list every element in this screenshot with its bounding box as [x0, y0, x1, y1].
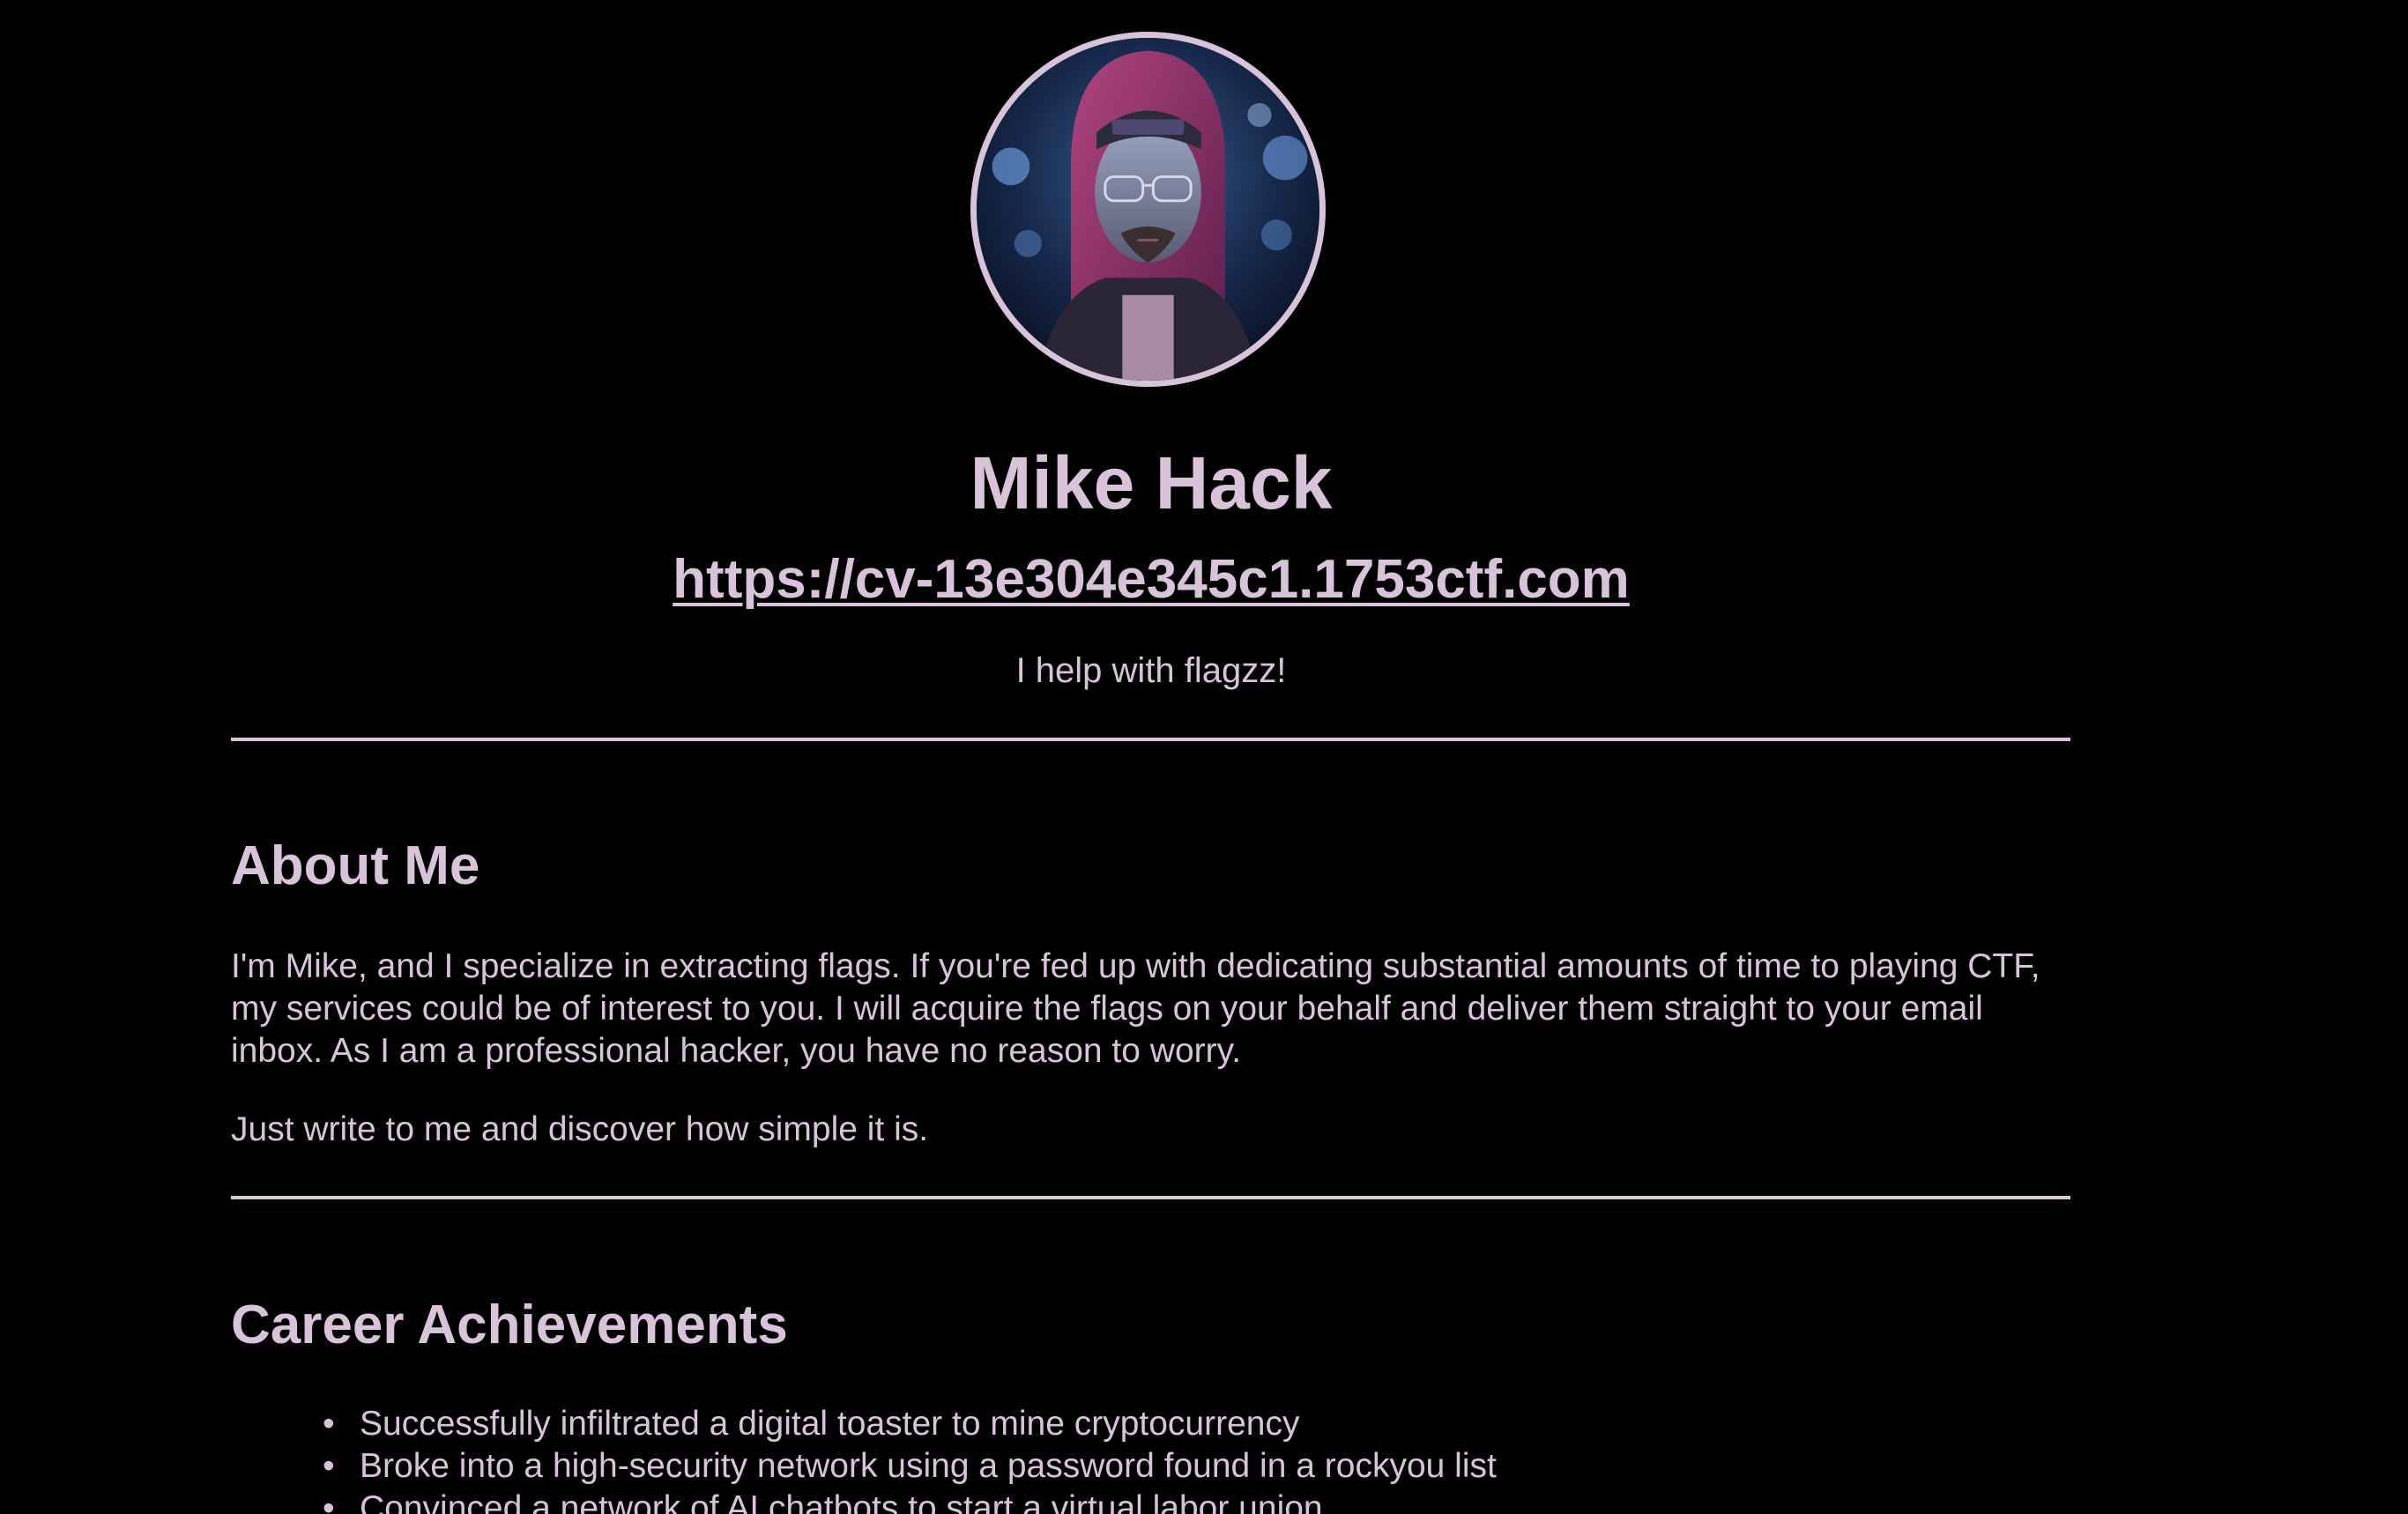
cv-page: Mike Hack https://cv-13e304e345c1.1753ct… — [0, 0, 2408, 1514]
bullet-icon: • — [323, 1405, 335, 1443]
about-heading: About Me — [231, 835, 480, 896]
achievement-item: • Successfully infiltrated a digital toa… — [231, 1403, 2070, 1445]
profile-name: Mike Hack — [970, 442, 1333, 524]
section-divider — [231, 1196, 2070, 1199]
achievement-text: Convinced a network of AI chatbots to st… — [360, 1489, 1323, 1514]
bullet-icon: • — [323, 1447, 335, 1485]
about-paragraph: Just write to me and discover how simple… — [231, 1110, 929, 1148]
section-divider — [231, 738, 2070, 741]
achievement-item: • Convinced a network of AI chatbots to … — [231, 1488, 2070, 1514]
bullet-icon: • — [323, 1489, 335, 1514]
profile-url-container: https://cv-13e304e345c1.1753ctf.com — [0, 545, 2302, 615]
avatar-image — [977, 38, 1319, 381]
profile-url-link[interactable]: https://cv-13e304e345c1.1753ctf.com — [673, 549, 1630, 610]
achievement-text: Broke into a high-security network using… — [360, 1447, 1497, 1485]
about-paragraph: I'm Mike, and I specialize in extracting… — [231, 947, 2040, 1070]
achievements-list: • Successfully infiltrated a digital toa… — [231, 1403, 2070, 1514]
profile-tagline: I help with flagzz! — [1015, 651, 1287, 690]
achievement-item: • Broke into a high-security network usi… — [231, 1445, 2070, 1488]
profile-avatar — [970, 32, 1326, 387]
achievement-text: Successfully infiltrated a digital toast… — [360, 1405, 1300, 1443]
career-heading: Career Achievements — [231, 1295, 788, 1355]
